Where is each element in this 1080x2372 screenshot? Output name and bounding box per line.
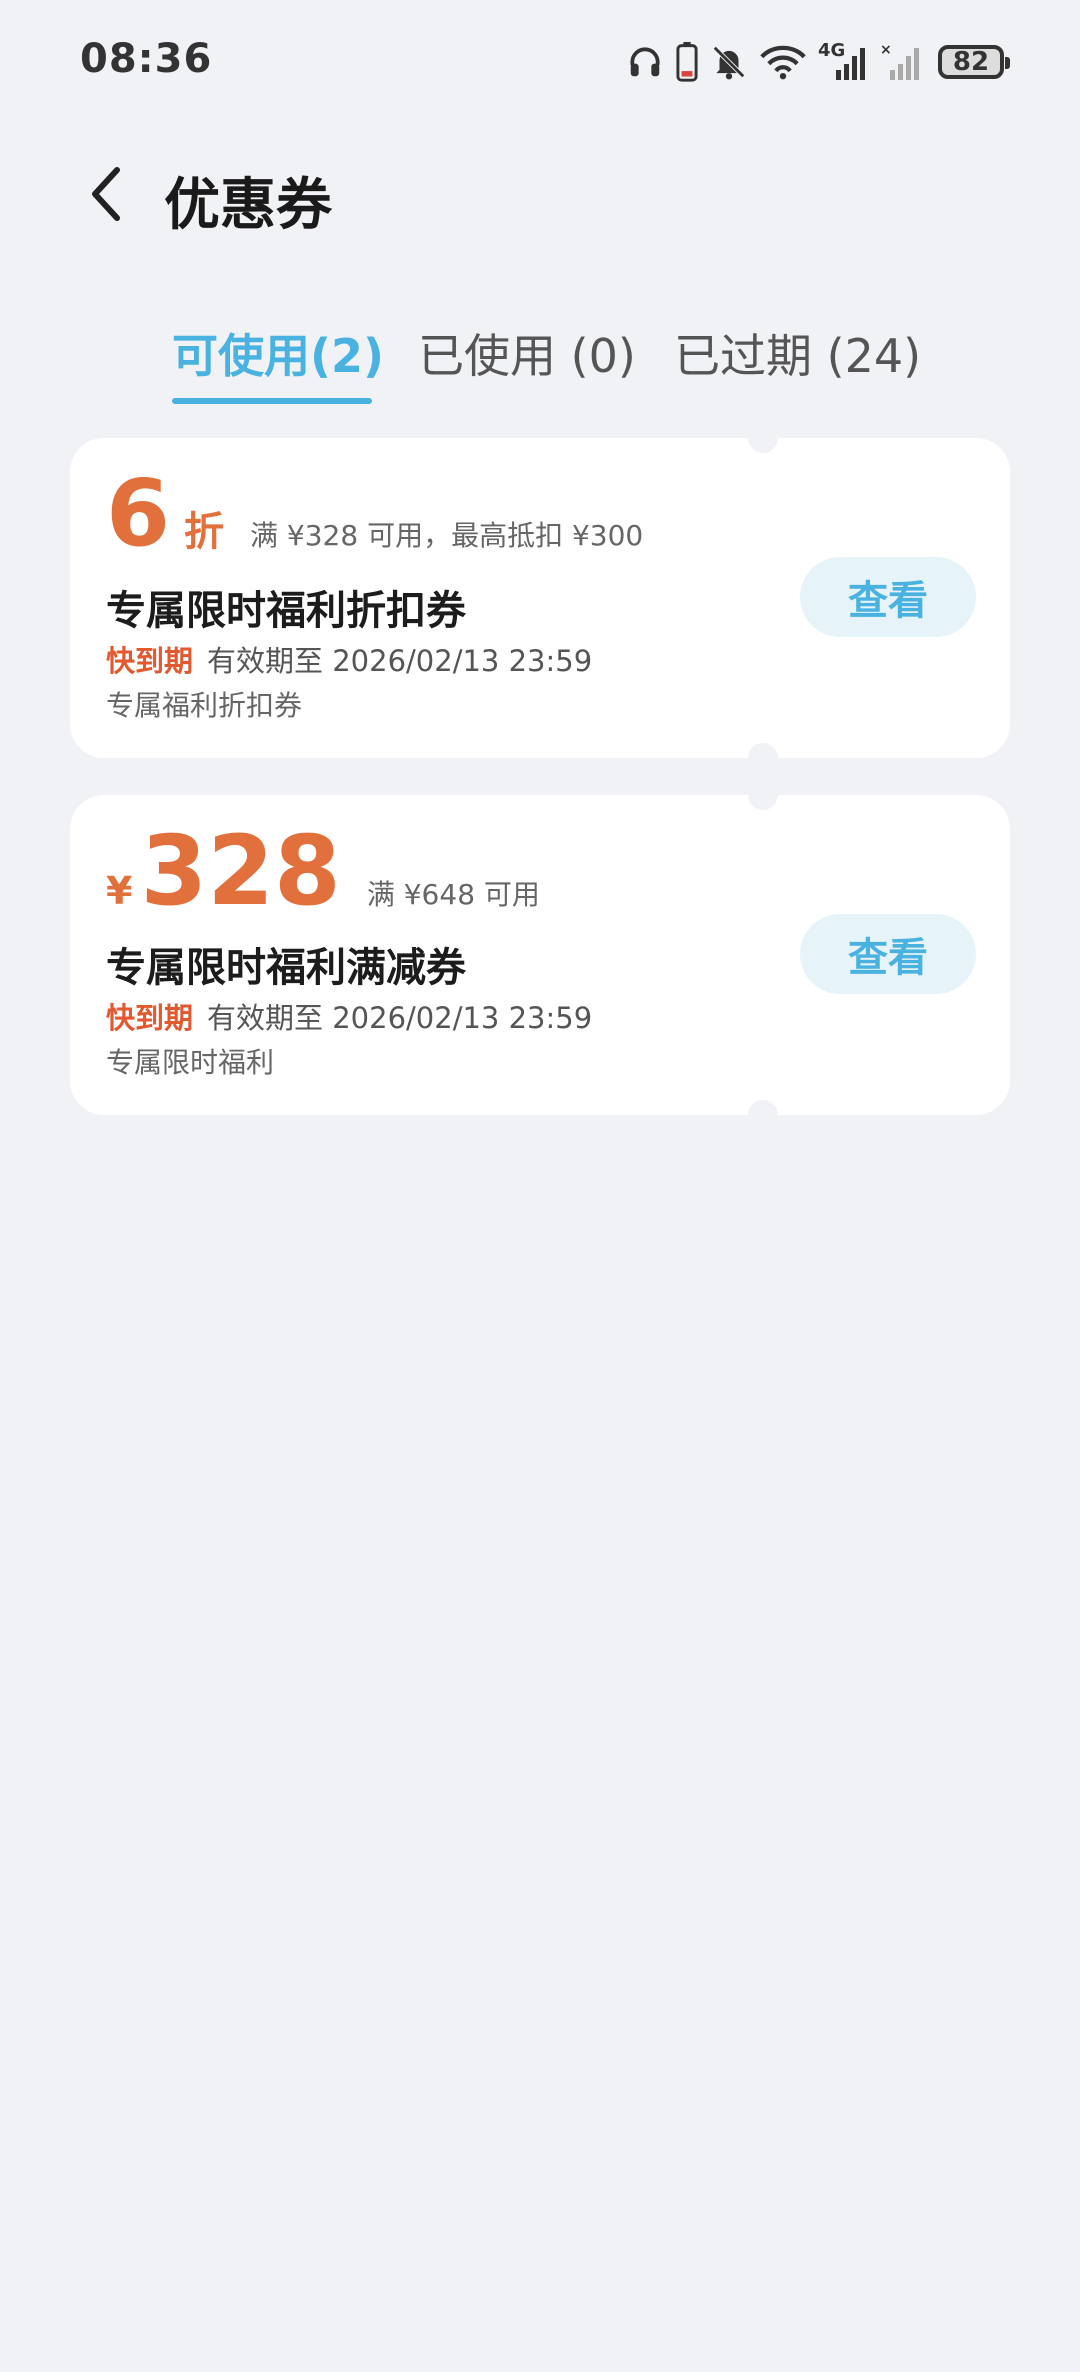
coupon-expiry: 快到期 有效期至 2026/02/13 23:59 [106, 995, 592, 1037]
discount-unit: 折 [184, 509, 225, 555]
page-title: 优惠券 [164, 173, 332, 238]
coupon-name: 专属限时福利满减券 [106, 945, 466, 991]
expiry-date: 有效期至 2026/02/13 23:59 [207, 1001, 593, 1035]
phone-battery-icon [676, 42, 698, 82]
discount-value: 6 [106, 460, 171, 567]
status-icons: 4G × 82 [626, 38, 1010, 86]
coupon-description: 专属福利折扣券 [106, 689, 303, 722]
discount-amount: 328 [140, 815, 341, 927]
card-notch [748, 743, 778, 773]
card-notch [748, 780, 778, 810]
coupon-name: 专属限时福利折扣券 [106, 588, 466, 634]
header: 优惠券 [0, 150, 1080, 240]
signal-4g-icon: 4G [818, 40, 868, 82]
headphones-icon [626, 43, 664, 81]
back-button[interactable] [72, 156, 142, 236]
active-tab-indicator [172, 398, 372, 404]
bell-muted-icon [710, 43, 748, 81]
expiry-date: 有效期至 2026/02/13 23:59 [207, 644, 593, 678]
battery-level: 82 [952, 47, 990, 77]
signal-no-sim-icon: × [880, 42, 926, 82]
coupon-expiry: 快到期 有效期至 2026/02/13 23:59 [106, 638, 592, 680]
chevron-left-icon [87, 164, 127, 228]
tab-expired[interactable]: 已过期 (24) [674, 320, 921, 386]
expiring-soon-tag: 快到期 [106, 1001, 194, 1035]
view-button[interactable]: 查看 [800, 557, 976, 637]
tab-used[interactable]: 已使用 (0) [418, 320, 636, 386]
coupon-condition: 满 ¥328 可用，最高抵扣 ¥300 [250, 519, 644, 552]
expiring-soon-tag: 快到期 [106, 644, 194, 678]
status-bar: 08:36 4G × 82 [0, 0, 1080, 120]
card-notch [748, 1100, 778, 1130]
coupon-card: ¥ 328 满 ¥648 可用 专属限时福利满减券 快到期 有效期至 2026/0… [70, 780, 1010, 1130]
status-time: 08:36 [80, 36, 213, 82]
tab-bar: 可使用(2) 已使用 (0) 已过期 (24) [0, 320, 1080, 410]
coupon-description: 专属限时福利 [106, 1046, 275, 1079]
tab-available[interactable]: 可使用(2) [172, 320, 384, 386]
svg-text:×: × [880, 42, 892, 58]
coupon-condition: 满 ¥648 可用 [366, 878, 540, 911]
card-notch [748, 423, 778, 453]
coupon-card: 6 折 满 ¥328 可用，最高抵扣 ¥300 专属限时福利折扣券 快到期 有效期… [70, 423, 1010, 773]
view-button[interactable]: 查看 [800, 914, 976, 994]
battery-icon: 82 [938, 45, 1010, 79]
coupon-value-row: 6 折 满 ¥328 可用，最高抵扣 ¥300 [106, 468, 643, 560]
coupon-value-row: ¥ 328 满 ¥648 可用 [106, 823, 540, 919]
wifi-icon [760, 44, 806, 80]
currency-symbol: ¥ [106, 869, 133, 913]
